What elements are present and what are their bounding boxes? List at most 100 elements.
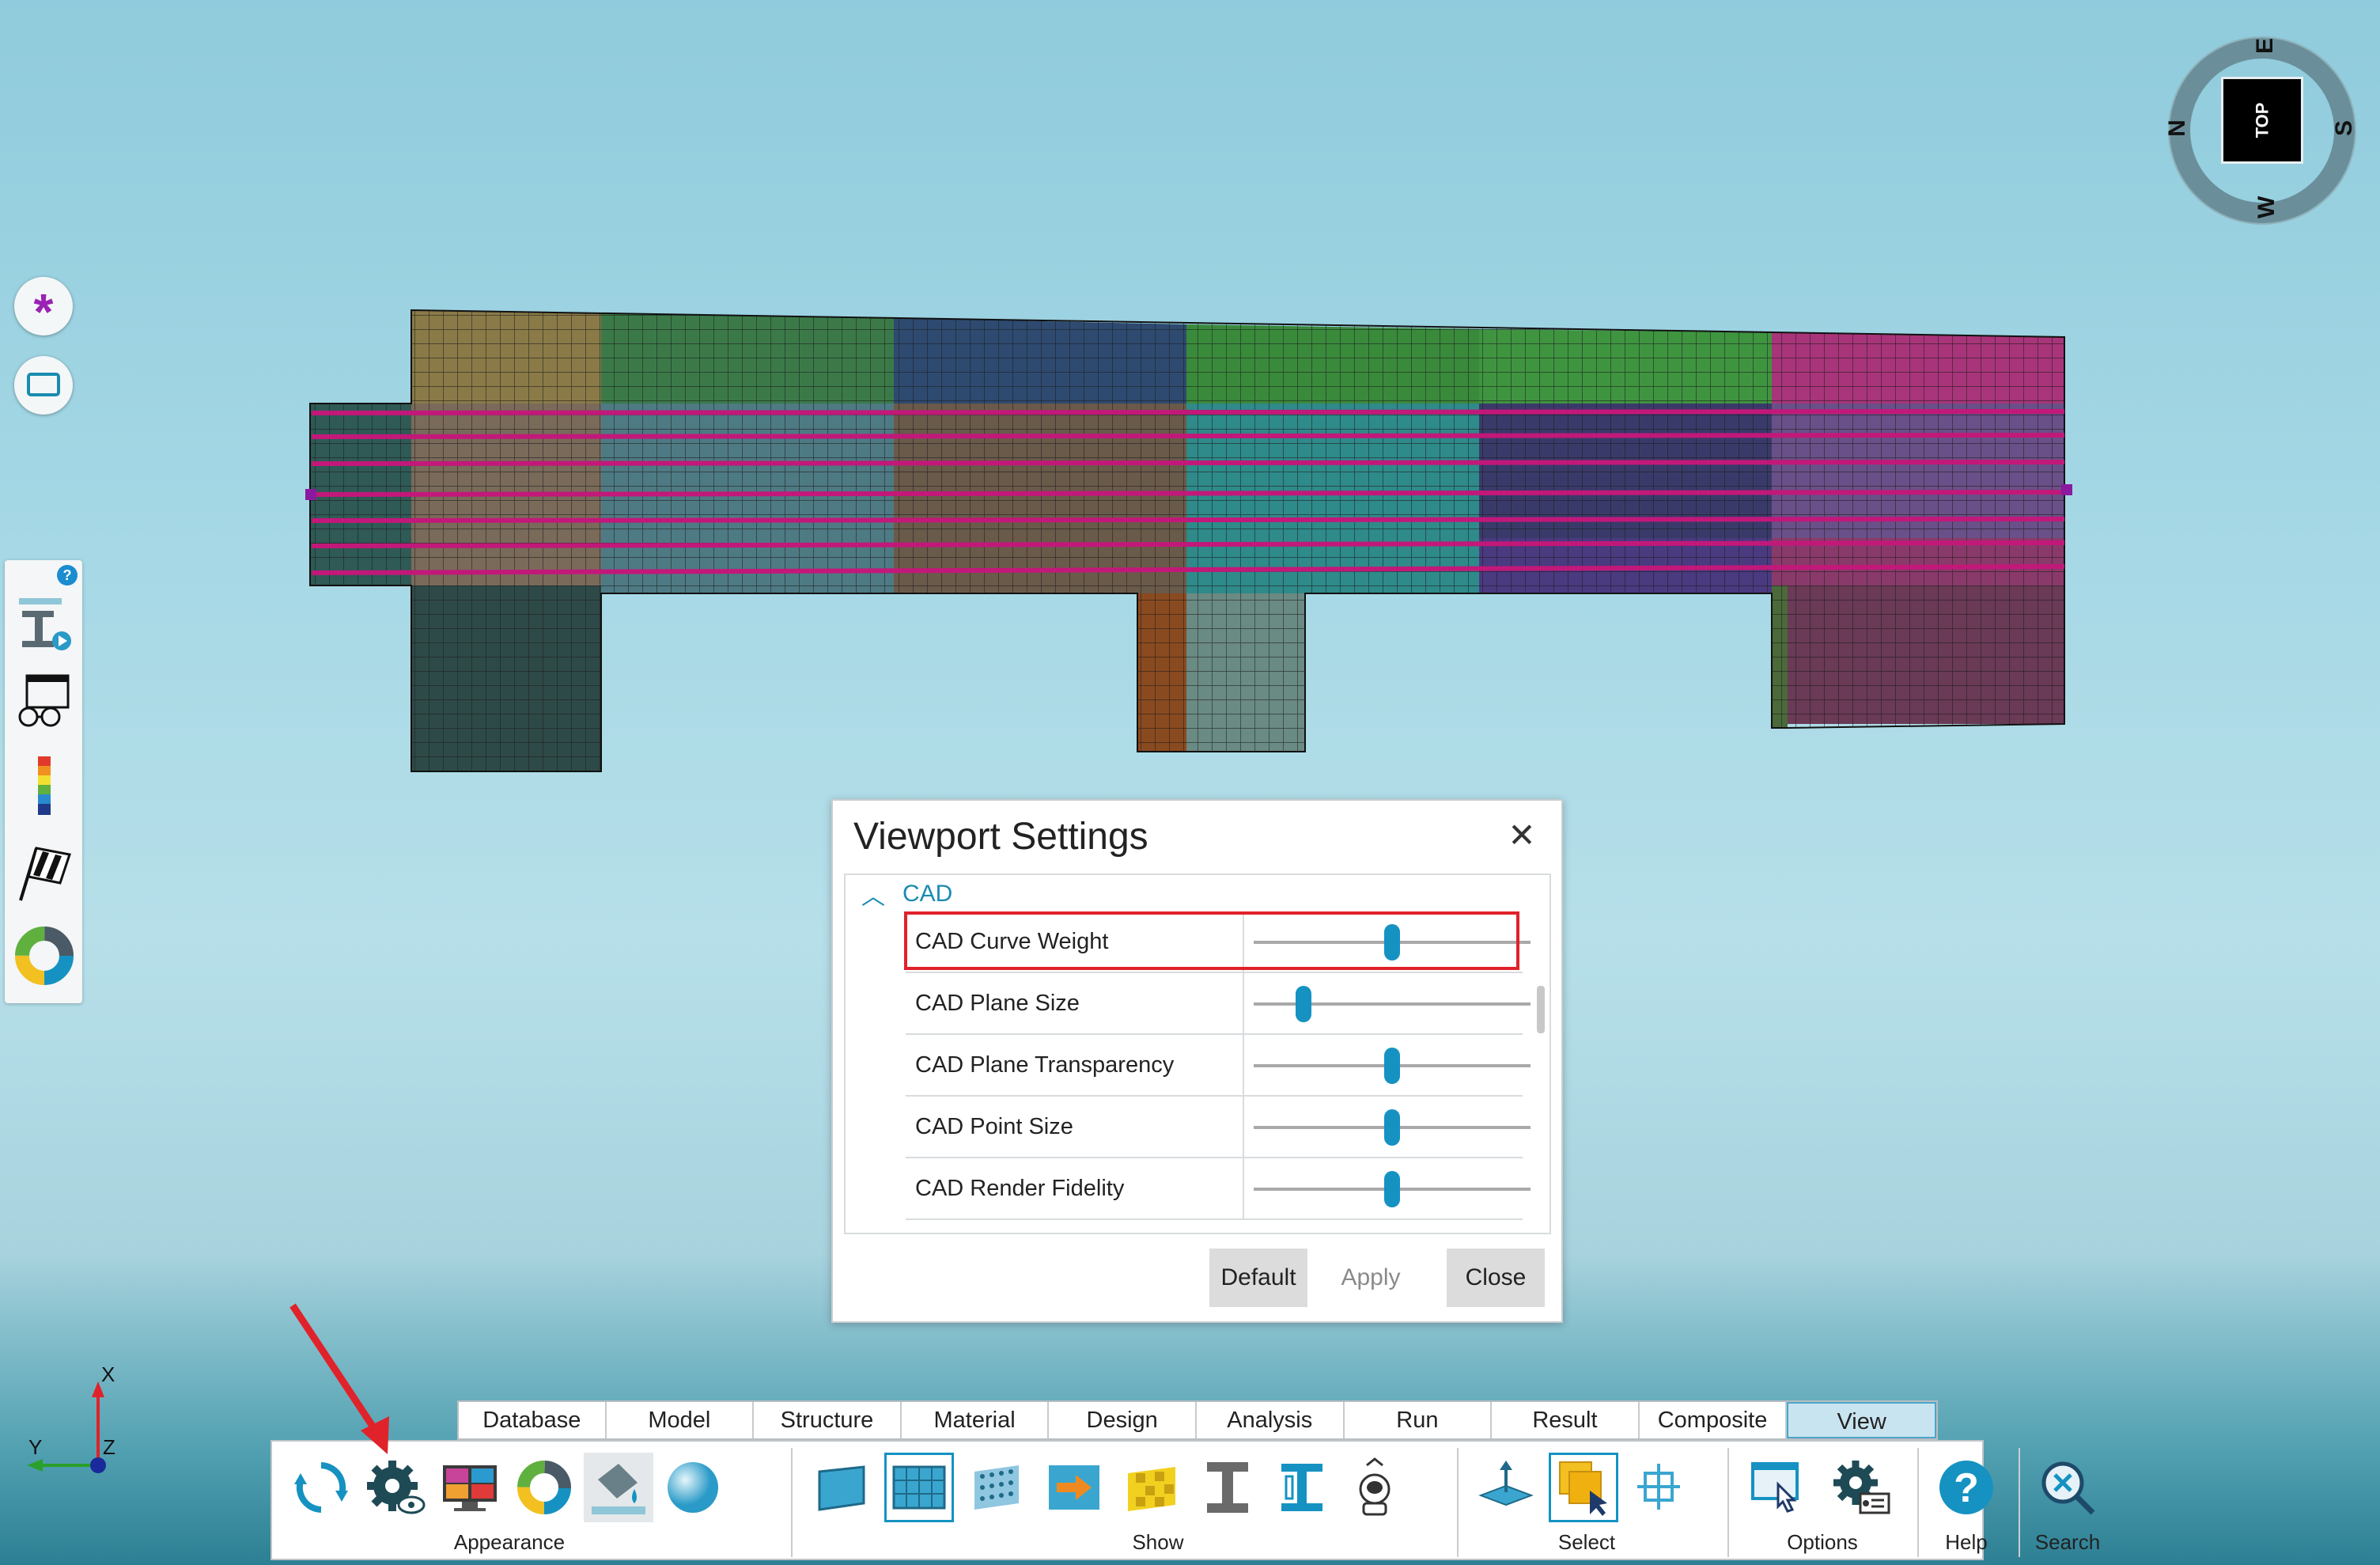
section-header-cad[interactable]: ︿ CAD [861,877,952,911]
left-tool-panel: ? [5,560,82,1003]
select-beam-button[interactable] [1623,1453,1693,1522]
help-icon[interactable]: ? [57,565,78,585]
select-surface-button[interactable] [1471,1453,1541,1522]
model-mesh[interactable] [301,301,2072,791]
compass-e: E [2252,37,2279,55]
refresh-icon [294,1462,348,1513]
options-window-button[interactable] [1743,1453,1813,1522]
axis-x-label: X [101,1362,115,1386]
slider-thumb[interactable] [1384,1048,1400,1084]
axis-triad: X Y Z [16,1361,127,1487]
section-tool[interactable] [13,592,76,655]
tab-result[interactable]: Result [1492,1402,1640,1438]
tab-run[interactable]: Run [1345,1402,1493,1438]
donut-chart-icon [517,1461,571,1514]
chevron-up-icon: ︿ [861,884,885,910]
axis-y-label: Y [28,1435,43,1459]
ribbon-toolbar: Appearance Show Select Options ? Help Se… [271,1440,2100,1560]
astronaut-icon [1359,1457,1391,1516]
show-loads-button[interactable] [1039,1453,1109,1522]
layers-cursor-icon [1559,1461,1607,1516]
contour-tool[interactable] [13,924,76,987]
box-select-button[interactable] [14,356,73,415]
viewport-settings-dialog: Viewport Settings ✕ ︿ CAD CAD Curve Weig… [831,799,1563,1323]
search-button[interactable] [2033,1453,2102,1522]
gear-id-icon [1833,1461,1890,1514]
annotation-arrow [289,1303,389,1454]
cad-point-size-slider[interactable] [1254,1109,1531,1146]
view-tool[interactable] [13,671,76,734]
fill-button[interactable] [584,1453,653,1522]
tab-material[interactable]: Material [902,1402,1050,1438]
view-cube-compass[interactable]: TOP N E S W [2164,36,2357,225]
cad-plane-transparency-slider[interactable] [1254,1048,1531,1084]
sphere-button[interactable] [658,1453,728,1522]
group-separator [1727,1448,1729,1557]
tab-view[interactable]: View [1787,1402,1936,1438]
show-beam-sections-button[interactable] [1267,1453,1337,1522]
show-beams-button[interactable] [1193,1453,1262,1522]
slider-thumb[interactable] [1296,986,1311,1022]
slider-thumb[interactable] [1384,1109,1400,1146]
pick-all-button[interactable]: * [14,277,73,340]
compass-w: W [2253,195,2280,219]
legend-tool[interactable] [13,755,76,818]
view-cube-top[interactable]: TOP [2221,77,2303,164]
row-divider [1243,973,1244,1033]
show-nodes-button[interactable] [962,1453,1031,1522]
tab-analysis[interactable]: Analysis [1197,1402,1345,1438]
tab-design[interactable]: Design [1049,1402,1197,1438]
show-mesh-button[interactable] [884,1453,954,1522]
tab-database[interactable]: Database [459,1402,607,1438]
cad-point-left [305,489,316,500]
cad-render-fidelity-slider[interactable] [1254,1171,1531,1207]
group-separator [2019,1448,2020,1557]
setting-label: CAD Point Size [915,1114,1073,1139]
mesh-grid-overlay [309,309,2065,772]
default-button[interactable]: Default [1209,1249,1307,1307]
apply-button[interactable]: Apply [1322,1249,1420,1307]
display-button[interactable] [435,1453,505,1522]
slider-thumb[interactable] [1384,1171,1400,1207]
cad-plane-size-slider[interactable] [1254,986,1531,1022]
close-button[interactable]: Close [1447,1249,1545,1307]
group-label-show: Show [1132,1530,1184,1554]
options-settings-button[interactable] [1826,1453,1895,1522]
ribbon-tabs: Database Model Structure Material Design… [457,1400,1938,1440]
show-more-button[interactable] [1340,1453,1409,1522]
arrow-right-icon [1049,1465,1099,1510]
group-separator [1917,1448,1919,1557]
tab-model[interactable]: Model [607,1402,755,1438]
section-label: CAD [902,881,953,907]
color-legend-icon [38,756,51,815]
paint-bucket-icon [592,1464,645,1514]
contour-button[interactable] [509,1453,579,1522]
tab-composite[interactable]: Composite [1640,1402,1788,1438]
dialog-title: Viewport Settings [853,816,1148,858]
finish-tool[interactable] [13,842,76,905]
setting-label: CAD Plane Size [915,991,1080,1016]
donut-chart-icon [15,926,74,985]
surface-select-icon [1478,1461,1534,1506]
show-thickness-button[interactable] [1117,1453,1186,1522]
monitor-icon [443,1465,497,1511]
show-plate-button[interactable] [807,1453,876,1522]
asterisk-icon: * [33,283,54,340]
view-cube-top-label: TOP [2251,102,2272,138]
row-divider [1243,1035,1244,1095]
search-icon [2041,1461,2095,1515]
beam-select-icon [1637,1464,1680,1510]
scrollbar[interactable] [1537,986,1545,1033]
sphere-icon [668,1462,718,1513]
help-button[interactable]: ? [1932,1453,2001,1522]
group-label-select: Select [1557,1530,1616,1554]
tab-structure[interactable]: Structure [754,1402,902,1438]
window-pointer-icon [1751,1462,1799,1513]
node-grid-icon [974,1465,1019,1510]
close-icon[interactable]: ✕ [1506,819,1538,852]
question-mark-icon: ? [1939,1461,1993,1514]
setting-row: CAD Render Fidelity [906,1158,1531,1220]
i-beam-icon [1207,1462,1248,1513]
setting-label: CAD Plane Transparency [915,1052,1175,1078]
select-parts-button[interactable] [1549,1453,1618,1522]
